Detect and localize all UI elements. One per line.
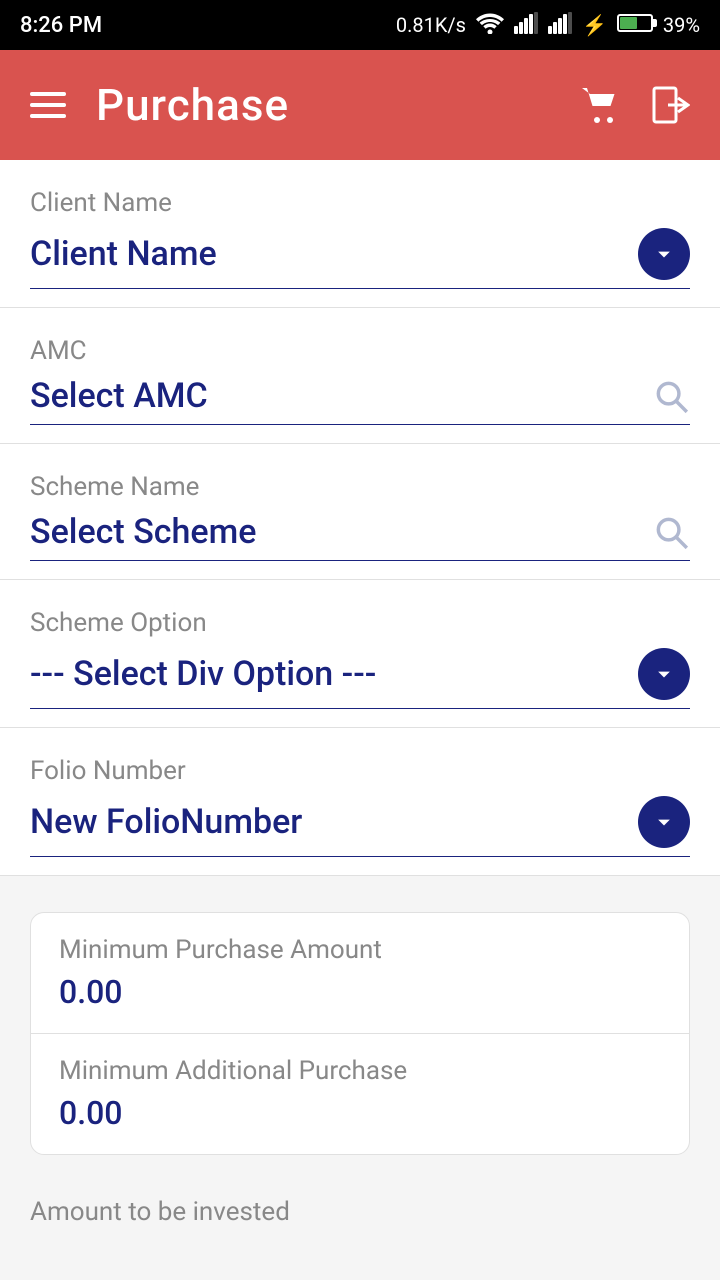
status-time: 8:26 PM	[20, 13, 102, 38]
scheme-name-search-icon[interactable]	[652, 513, 690, 551]
min-additional-value: 0.00	[59, 1094, 661, 1132]
scheme-option-dropdown[interactable]	[638, 648, 690, 700]
cart-icon[interactable]	[580, 86, 622, 124]
form-area: Client Name Client Name AMC Select AMC S…	[0, 160, 720, 876]
scheme-name-row[interactable]: Select Scheme	[30, 512, 690, 561]
amc-value: Select AMC	[30, 376, 208, 416]
charging-icon: ⚡	[582, 13, 607, 37]
scheme-option-label: Scheme Option	[30, 608, 690, 638]
page-title: Purchase	[96, 79, 289, 131]
scheme-option-value: --- Select Div Option ---	[30, 654, 376, 694]
signal-icon-1	[514, 12, 538, 39]
folio-number-label: Folio Number	[30, 756, 690, 786]
scheme-name-value: Select Scheme	[30, 512, 256, 552]
client-name-row[interactable]: Client Name	[30, 228, 690, 289]
menu-icon[interactable]	[30, 85, 66, 125]
client-name-field: Client Name Client Name	[0, 160, 720, 308]
wifi-icon	[476, 12, 504, 39]
amc-field: AMC Select AMC	[0, 308, 720, 444]
amc-search-icon[interactable]	[652, 377, 690, 415]
amc-row[interactable]: Select AMC	[30, 376, 690, 425]
amount-invested-label: Amount to be invested	[0, 1165, 720, 1247]
folio-number-dropdown[interactable]	[638, 796, 690, 848]
battery-icon	[617, 13, 653, 37]
app-bar: Purchase	[0, 50, 720, 160]
status-bar: 8:26 PM 0.81K/s	[0, 0, 720, 50]
min-purchase-value: 0.00	[59, 973, 661, 1011]
status-speed: 0.81K/s	[396, 13, 466, 37]
client-name-value: Client Name	[30, 234, 217, 274]
app-bar-left: Purchase	[30, 79, 289, 131]
info-card: Minimum Purchase Amount 0.00 Minimum Add…	[30, 912, 690, 1155]
min-purchase-row: Minimum Purchase Amount 0.00	[31, 913, 689, 1033]
battery-percent: 39%	[663, 13, 700, 37]
folio-number-field: Folio Number New FolioNumber	[0, 728, 720, 876]
min-additional-label: Minimum Additional Purchase	[59, 1056, 661, 1086]
signal-icon-2	[548, 12, 572, 39]
app-bar-icons	[580, 86, 690, 124]
status-right: 0.81K/s	[396, 12, 700, 39]
min-purchase-label: Minimum Purchase Amount	[59, 935, 661, 965]
scheme-option-field: Scheme Option --- Select Div Option ---	[0, 580, 720, 728]
amc-label: AMC	[30, 336, 690, 366]
client-name-dropdown[interactable]	[638, 228, 690, 280]
scheme-name-field: Scheme Name Select Scheme	[0, 444, 720, 580]
scheme-option-row[interactable]: --- Select Div Option ---	[30, 648, 690, 709]
folio-number-row[interactable]: New FolioNumber	[30, 796, 690, 857]
client-name-label: Client Name	[30, 188, 690, 218]
scheme-name-label: Scheme Name	[30, 472, 690, 502]
folio-number-value: New FolioNumber	[30, 802, 302, 842]
min-additional-row: Minimum Additional Purchase 0.00	[31, 1033, 689, 1154]
logout-icon[interactable]	[652, 86, 690, 124]
